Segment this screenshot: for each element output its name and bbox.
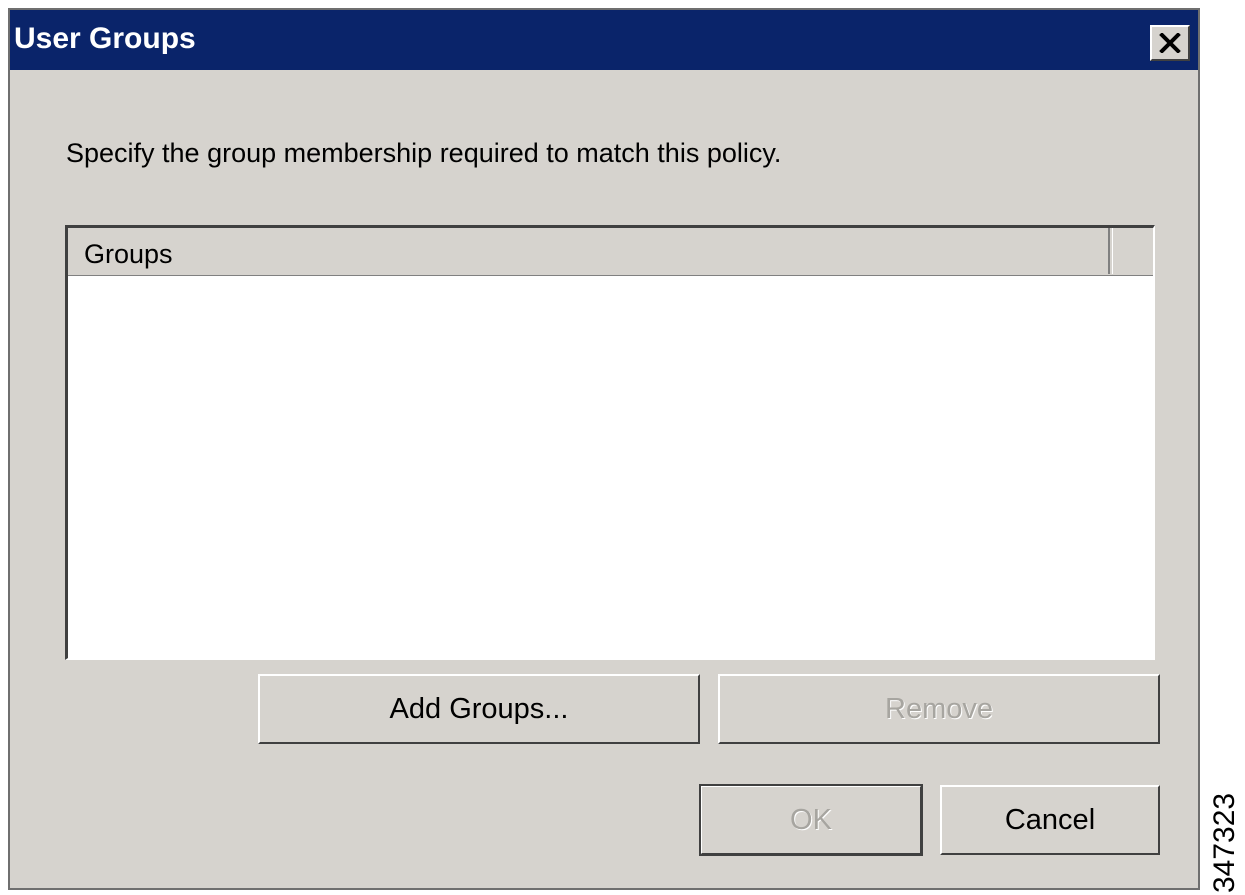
instruction-text: Specify the group membership required to… (66, 138, 782, 168)
remove-button[interactable]: Remove (718, 674, 1160, 744)
column-header-label: Groups (84, 239, 173, 269)
title-bar[interactable]: User Groups (10, 10, 1198, 70)
cancel-button[interactable]: Cancel (940, 785, 1160, 855)
close-button[interactable] (1150, 25, 1190, 61)
column-header-filler (1112, 228, 1153, 274)
column-header-groups[interactable]: Groups (68, 228, 1110, 274)
groups-list[interactable]: Groups (65, 225, 1155, 660)
figure-id: 347323 (1208, 792, 1241, 893)
list-header: Groups (68, 228, 1153, 276)
ok-button[interactable]: OK (699, 784, 923, 856)
add-groups-button[interactable]: Add Groups... (258, 674, 700, 744)
close-icon (1159, 33, 1181, 53)
user-groups-dialog: User Groups Specify the group membership… (8, 8, 1200, 890)
window-title: User Groups (14, 22, 196, 55)
